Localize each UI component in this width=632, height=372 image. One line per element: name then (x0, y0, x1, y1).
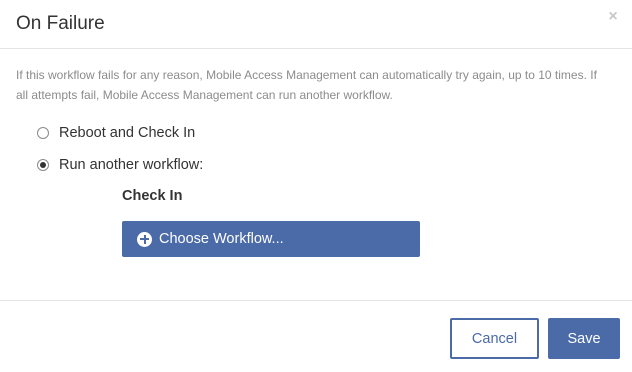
close-icon[interactable]: × (606, 9, 620, 25)
on-failure-dialog: On Failure × If this workflow fails for … (0, 0, 632, 372)
dialog-header: On Failure × (0, 0, 632, 49)
option-reboot-and-check-in[interactable]: Reboot and Check In (37, 123, 195, 143)
dialog-footer: Cancel Save (0, 300, 632, 372)
choose-workflow-label: Choose Workflow... (159, 231, 284, 247)
plus-circle-icon (137, 231, 152, 247)
selected-workflow-name: Check In (122, 188, 183, 204)
dialog-title: On Failure (16, 13, 105, 34)
choose-workflow-button[interactable]: Choose Workflow... (122, 221, 420, 257)
radio-reboot-and-check-in[interactable] (37, 127, 49, 139)
cancel-button[interactable]: Cancel (450, 318, 539, 359)
radio-run-another-workflow[interactable] (37, 159, 49, 171)
option-label: Reboot and Check In (59, 125, 196, 141)
option-label: Run another workflow: (59, 157, 204, 173)
option-run-another-workflow[interactable]: Run another workflow: (37, 155, 203, 175)
save-button[interactable]: Save (548, 318, 620, 359)
dialog-description: If this workflow fails for any reason, M… (16, 68, 597, 102)
